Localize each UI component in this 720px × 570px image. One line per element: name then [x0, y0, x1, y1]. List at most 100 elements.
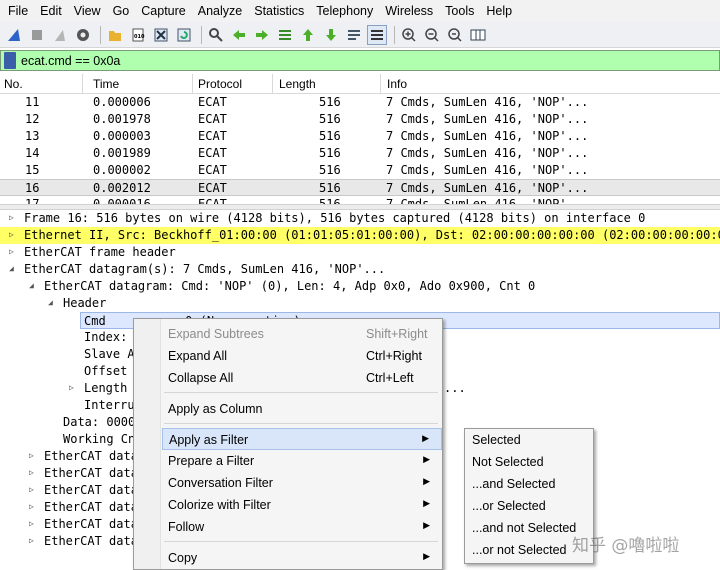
expand-arrow-icon[interactable]: ▷ [29, 451, 34, 460]
packet-row[interactable]: 13 0.000003 ECAT 516 7 Cmds, SumLen 416, 'NO… [0, 128, 720, 145]
menu-help[interactable]: Help [480, 4, 518, 18]
restart-capture-icon[interactable] [50, 25, 70, 45]
column-header-no[interactable]: No. [4, 77, 23, 91]
shark-fin-start-icon[interactable] [4, 25, 24, 45]
menu-item-expand-all[interactable]: Expand All Ctrl+Right [162, 345, 442, 367]
collapse-arrow-icon[interactable]: ◢ [29, 281, 34, 290]
column-header-length[interactable]: Length [279, 77, 316, 91]
packet-row[interactable]: 16 0.002012 ECAT 516 7 Cmds, SumLen 416, 'NO… [0, 179, 720, 196]
expand-arrow-icon[interactable]: ▷ [9, 247, 14, 256]
capture-options-icon[interactable] [73, 25, 93, 45]
tree-item-header[interactable]: ◢ Header [0, 295, 720, 312]
expand-arrow-icon[interactable]: ▷ [9, 213, 14, 222]
tree-item-ethercat-datagram[interactable]: ◢ EtherCAT datagram: Cmd: 'NOP' (0), Len:… [0, 278, 720, 295]
expand-arrow-icon[interactable]: ▷ [29, 536, 34, 545]
packet-row[interactable]: 15 0.000002 ECAT 516 7 Cmds, SumLen 416, 'NO… [0, 162, 720, 179]
menu-item-prepare-a-filter[interactable]: Prepare a Filter ▶ [162, 450, 442, 472]
packet-cell-no: 13 [25, 129, 40, 143]
menu-wireless[interactable]: Wireless [379, 4, 439, 18]
packet-cell-time: 0.001989 [93, 146, 151, 160]
collapse-arrow-icon[interactable]: ◢ [48, 298, 53, 307]
tree-item-ethernet[interactable]: ▷ Ethernet II, Src: Beckhoff_01:00:00 (01… [0, 227, 720, 244]
resize-columns-icon[interactable] [468, 25, 488, 45]
submenu-item-not-selected[interactable]: Not Selected [472, 455, 544, 477]
packet-cell-no: 11 [25, 95, 40, 109]
packet-row[interactable]: 17 0.000016 ECAT 516 7 Cmds, SumLen 416, 'NO… [0, 196, 720, 204]
zoom-in-icon[interactable] [399, 25, 419, 45]
menu-item-conversation-filter[interactable]: Conversation Filter ▶ [162, 472, 442, 494]
packet-cell-no: 12 [25, 112, 40, 126]
go-back-icon[interactable] [229, 25, 249, 45]
expand-arrow-icon[interactable]: ▷ [29, 519, 34, 528]
menu-go[interactable]: Go [107, 4, 136, 18]
packet-cell-info: 7 Cmds, SumLen 416, 'NOP'... [386, 181, 589, 195]
menu-item-follow[interactable]: Follow ▶ [162, 516, 442, 538]
menu-item-expand-subtrees[interactable]: Expand Subtrees Shift+Right [162, 323, 442, 345]
packet-row[interactable]: 11 0.000006 ECAT 516 7 Cmds, SumLen 416, 'NO… [0, 94, 720, 111]
menu-statistics[interactable]: Statistics [248, 4, 310, 18]
open-file-icon[interactable] [105, 25, 125, 45]
close-file-icon[interactable] [151, 25, 171, 45]
menu-tools[interactable]: Tools [439, 4, 480, 18]
packet-cell-proto: ECAT [198, 163, 227, 177]
column-header-info[interactable]: Info [387, 77, 407, 91]
normal-size-icon[interactable] [445, 25, 465, 45]
menu-analyze[interactable]: Analyze [192, 4, 248, 18]
menu-capture[interactable]: Capture [135, 4, 191, 18]
display-filter-input[interactable]: ecat.cmd == 0x0a [21, 54, 120, 68]
menu-item-collapse-all[interactable]: Collapse All Ctrl+Left [162, 367, 442, 389]
collapse-arrow-icon[interactable]: ◢ [9, 264, 14, 273]
column-divider[interactable] [82, 74, 83, 94]
submenu-arrow-icon: ▶ [423, 454, 430, 464]
zoom-out-icon[interactable] [422, 25, 442, 45]
bookmark-icon[interactable] [4, 52, 16, 69]
packet-cell-time: 0.002012 [93, 181, 151, 195]
column-divider[interactable] [380, 74, 381, 94]
column-divider[interactable] [192, 74, 193, 94]
find-packet-icon[interactable] [206, 25, 226, 45]
expand-arrow-icon[interactable]: ▷ [69, 383, 74, 392]
colorize-icon[interactable] [367, 24, 387, 45]
expand-arrow-icon[interactable]: ▷ [29, 468, 34, 477]
submenu-item-or-not-selected[interactable]: ...or not Selected [472, 543, 567, 565]
expand-arrow-icon[interactable]: ▷ [9, 230, 14, 239]
expand-arrow-icon[interactable]: ▷ [29, 485, 34, 494]
menu-edit[interactable]: Edit [34, 4, 68, 18]
submenu-item-and-selected[interactable]: ...and Selected [472, 477, 555, 499]
context-menu: Expand Subtrees Shift+Right Expand All Ctr… [133, 318, 443, 570]
menu-item-colorize-with-filter[interactable]: Colorize with Filter ▶ [162, 494, 442, 516]
packet-cell-len: 516 [319, 163, 341, 177]
auto-scroll-icon[interactable] [344, 25, 364, 45]
menu-item-apply-as-filter[interactable]: Apply as Filter ▶ [162, 428, 442, 450]
tree-item-ethercat-datagrams[interactable]: ◢ EtherCAT datagram(s): 7 Cmds, SumLen 41… [0, 261, 720, 278]
go-forward-icon[interactable] [252, 25, 272, 45]
packet-cell-len: 516 [319, 146, 341, 160]
last-packet-icon[interactable] [321, 25, 341, 45]
submenu-item-selected[interactable]: Selected [472, 433, 521, 455]
column-divider[interactable] [272, 74, 273, 94]
column-header-time[interactable]: Time [93, 77, 119, 91]
submenu-item-and-not-selected[interactable]: ...and not Selected [472, 521, 576, 543]
menu-telephony[interactable]: Telephony [310, 4, 379, 18]
save-file-icon[interactable]: 010 [128, 25, 148, 45]
submenu-item-or-selected[interactable]: ...or Selected [472, 499, 546, 521]
go-to-packet-icon[interactable] [275, 25, 295, 45]
tree-item-ethercat-frame-header[interactable]: ▷ EtherCAT frame header [0, 244, 720, 261]
expand-arrow-icon[interactable]: ▷ [29, 502, 34, 511]
reload-file-icon[interactable] [174, 25, 194, 45]
packet-cell-proto: ECAT [198, 129, 227, 143]
display-filter-bar: ecat.cmd == 0x0a [0, 50, 720, 71]
packet-list-header: No. Time Protocol Length Info [0, 74, 720, 94]
packet-row[interactable]: 14 0.001989 ECAT 516 7 Cmds, SumLen 416, 'NO… [0, 145, 720, 162]
stop-capture-icon[interactable] [27, 25, 47, 45]
menu-file[interactable]: File [2, 4, 34, 18]
submenu-arrow-icon: ▶ [423, 498, 430, 508]
packet-cell-proto: ECAT [198, 146, 227, 160]
menu-item-apply-as-column[interactable]: Apply as Column [162, 398, 442, 420]
first-packet-icon[interactable] [298, 25, 318, 45]
tree-item-frame[interactable]: ▷ Frame 16: 516 bytes on wire (4128 bits)… [0, 210, 720, 227]
packet-row[interactable]: 12 0.001978 ECAT 516 7 Cmds, SumLen 416, 'NO… [0, 111, 720, 128]
column-header-protocol[interactable]: Protocol [198, 77, 242, 91]
menu-view[interactable]: View [68, 4, 107, 18]
menu-item-copy[interactable]: Copy ▶ [162, 547, 442, 569]
